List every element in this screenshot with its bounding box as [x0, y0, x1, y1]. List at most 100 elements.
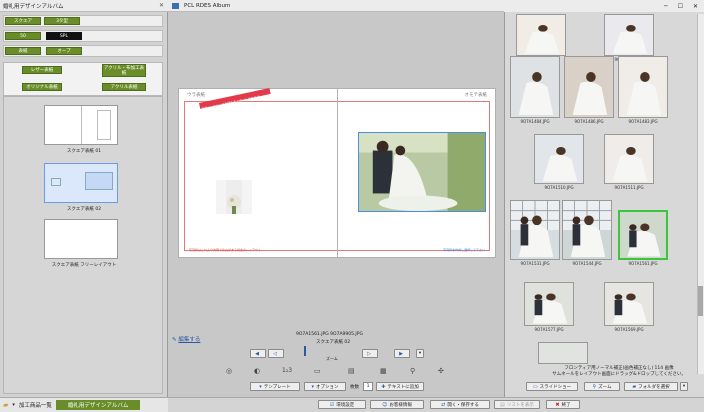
page-dropdown[interactable]: ▾ [416, 349, 424, 358]
zoom-slider-mark[interactable] [304, 346, 306, 356]
photo-caption: 9O7A1561.JPG [628, 261, 658, 266]
folder-icon: ▰ [3, 401, 9, 409]
template-card-free[interactable] [44, 219, 118, 259]
folder-select-button[interactable]: ▰ フォルダを選択 [624, 382, 678, 391]
zoom-label: ズーム [326, 356, 338, 361]
photo-thumbnail[interactable] [510, 56, 560, 118]
list-icon: ▤ [500, 401, 505, 408]
tab-leather[interactable]: レザー表紙 [22, 66, 62, 74]
photo-thumbnail[interactable] [510, 200, 560, 260]
cover-tabs: レザー表紙 アクリル・布加工表紙 オリジナル表紙 アクリル表紙 [3, 62, 163, 96]
photo-thumbnail[interactable] [516, 14, 566, 56]
layout-label: スクエア表紙 02 [316, 340, 351, 345]
template-caption-01: スクエア表紙 01 [66, 149, 102, 154]
pencil-icon: ✎ [172, 337, 177, 343]
bouquet-photo-frame[interactable] [216, 180, 252, 214]
maximize-icon[interactable]: ☐ [678, 3, 683, 10]
photo-caption: 9O7A1531.JPG [520, 261, 550, 266]
tab-acrylic[interactable]: アクリル表紙 [102, 83, 146, 91]
env-settings-button[interactable]: ☑ 環境設定 [318, 400, 366, 409]
exit-button[interactable]: ✖ 終了 [546, 400, 580, 409]
next-page-button[interactable]: ▶ [394, 349, 410, 358]
open-save-button[interactable]: ⇄ 開く・保存する [430, 400, 490, 409]
photo-caption: 9O7A1486.JPG [574, 119, 604, 124]
customer-info-button[interactable]: ☺ お客様情報 [370, 400, 424, 409]
show-list-button[interactable]: ▤ リストを表示 [494, 400, 540, 409]
next-button[interactable]: ▷ [362, 349, 378, 358]
bottom-bar: ☑ 環境設定 ☺ お客様情報 ⇄ 開く・保存する ▤ リストを表示 ✖ 終了 [168, 397, 704, 412]
photo-thumbnail[interactable] [524, 282, 574, 326]
photo-thumbnail[interactable] [604, 282, 654, 326]
photo-caption: 9O7A1569.JPG [614, 327, 644, 332]
scrollbar-thumb[interactable] [698, 286, 703, 316]
close-icon[interactable]: ✕ [159, 2, 164, 9]
template-button[interactable]: ▾ テンプレート [250, 382, 300, 391]
shape-3-button[interactable]: 3タ型 [44, 17, 80, 25]
size-button[interactable]: 50 [5, 32, 41, 40]
photo-thumbnail[interactable] [534, 134, 584, 184]
active-album-badge[interactable]: 婚礼用デザインアルバム [55, 400, 141, 410]
photo-caption: 9O7A1510.JPG [544, 185, 574, 190]
photo-thumbnail[interactable] [564, 56, 614, 118]
chevron-down-icon[interactable]: ▾ [12, 402, 15, 408]
tab-acrylic-cloth[interactable]: アクリル・布加工表紙 [102, 64, 146, 77]
open-save-label: 開く・保存する [447, 402, 479, 408]
prev-page-button[interactable]: ◀ [250, 349, 266, 358]
wedding-photo [605, 135, 653, 183]
edit-link[interactable]: ✎ 編集する [172, 335, 200, 343]
close-icon[interactable]: ✕ [693, 3, 698, 10]
product-list-label[interactable]: 加工商品一覧 [19, 401, 52, 409]
target-icon[interactable]: ◎ [226, 367, 232, 375]
image-icon[interactable]: ▭ [314, 367, 321, 375]
front-cover-label: オモテ表紙 [464, 93, 488, 98]
slideshow-button[interactable]: ▭ スライドショー [526, 382, 578, 391]
option-button[interactable]: ▾ オプション [304, 382, 346, 391]
couple-photo [359, 133, 485, 211]
mouse-icon[interactable]: ◐ [254, 367, 260, 375]
left-panel-title-text: 婚礼用デザインアルバム [3, 3, 64, 10]
folder-icon: ▰ [632, 383, 637, 390]
main-title-bar: PCL RDES Album [168, 0, 504, 12]
photo-thumbnail[interactable] [618, 210, 668, 260]
photo-thumbnail[interactable] [562, 200, 612, 260]
photo-note-line2: サムネールをレイアウト画面にドラッグ&ドロップしてください。 [552, 371, 686, 377]
count-input[interactable]: 1 [363, 382, 373, 391]
exit-icon: ✖ [555, 401, 560, 408]
cross-icon[interactable]: ✣ [438, 367, 444, 375]
wedding-photo [525, 283, 573, 325]
photo-thumbnail[interactable] [538, 342, 588, 364]
print-icon[interactable]: ▤ [348, 367, 355, 375]
show-list-label: リストを表示 [506, 402, 534, 408]
number-icon[interactable]: 1₂3 [282, 367, 292, 374]
prev-button[interactable]: ◁ [268, 349, 284, 358]
photo-thumbnail[interactable] [604, 134, 654, 184]
photo-thumbnail[interactable] [618, 56, 668, 118]
photo-caption: 9O7A1577.JPG [534, 327, 564, 332]
template-card-01[interactable] [44, 105, 118, 145]
minimize-icon[interactable]: ─ [664, 3, 668, 10]
size-spl-button[interactable]: SPL [46, 32, 82, 40]
cover-button[interactable]: 表紙 [5, 47, 41, 55]
photo-thumbnail[interactable] [604, 14, 654, 56]
wedding-photo [535, 135, 583, 183]
photo-note: フロンティア用ノーマル補正(画色補正なし) 114 画像 サムネールをレイアウト… [540, 366, 698, 377]
left-panel-title: 婚礼用デザインアルバム ✕ [0, 0, 168, 12]
zoom-button[interactable]: ⚲ ズーム [584, 382, 620, 391]
photo-caption: 9O7A1484.JPG [520, 119, 550, 124]
template-card-02[interactable] [44, 163, 118, 203]
chevron-down-icon: ▾ [418, 351, 422, 356]
wedding-photo [619, 57, 667, 117]
photo-scrollbar[interactable] [697, 14, 704, 374]
layout-icon[interactable]: ▦ [380, 367, 387, 375]
folder-dropdown[interactable]: ▾ [680, 382, 688, 391]
open-button[interactable]: オープ [46, 47, 82, 55]
main-photo-frame[interactable] [358, 132, 486, 212]
search-icon[interactable]: ⚲ [410, 367, 415, 375]
template-list: スクエア表紙 01 スクエア表紙 02 スクエア表紙 フリーレイアウト [3, 96, 163, 394]
monitor-icon: ▭ [532, 383, 538, 390]
photo-actions: ▭ スライドショー ⚲ ズーム ▰ フォルダを選択 ▾ [504, 380, 704, 394]
folder-select-label: フォルダを選択 [638, 384, 670, 390]
tab-original[interactable]: オリジナル表紙 [22, 83, 62, 91]
shape-square-button[interactable]: スクエア [5, 17, 41, 25]
add-text-button[interactable]: ✚ テキストに追加 [376, 382, 424, 391]
